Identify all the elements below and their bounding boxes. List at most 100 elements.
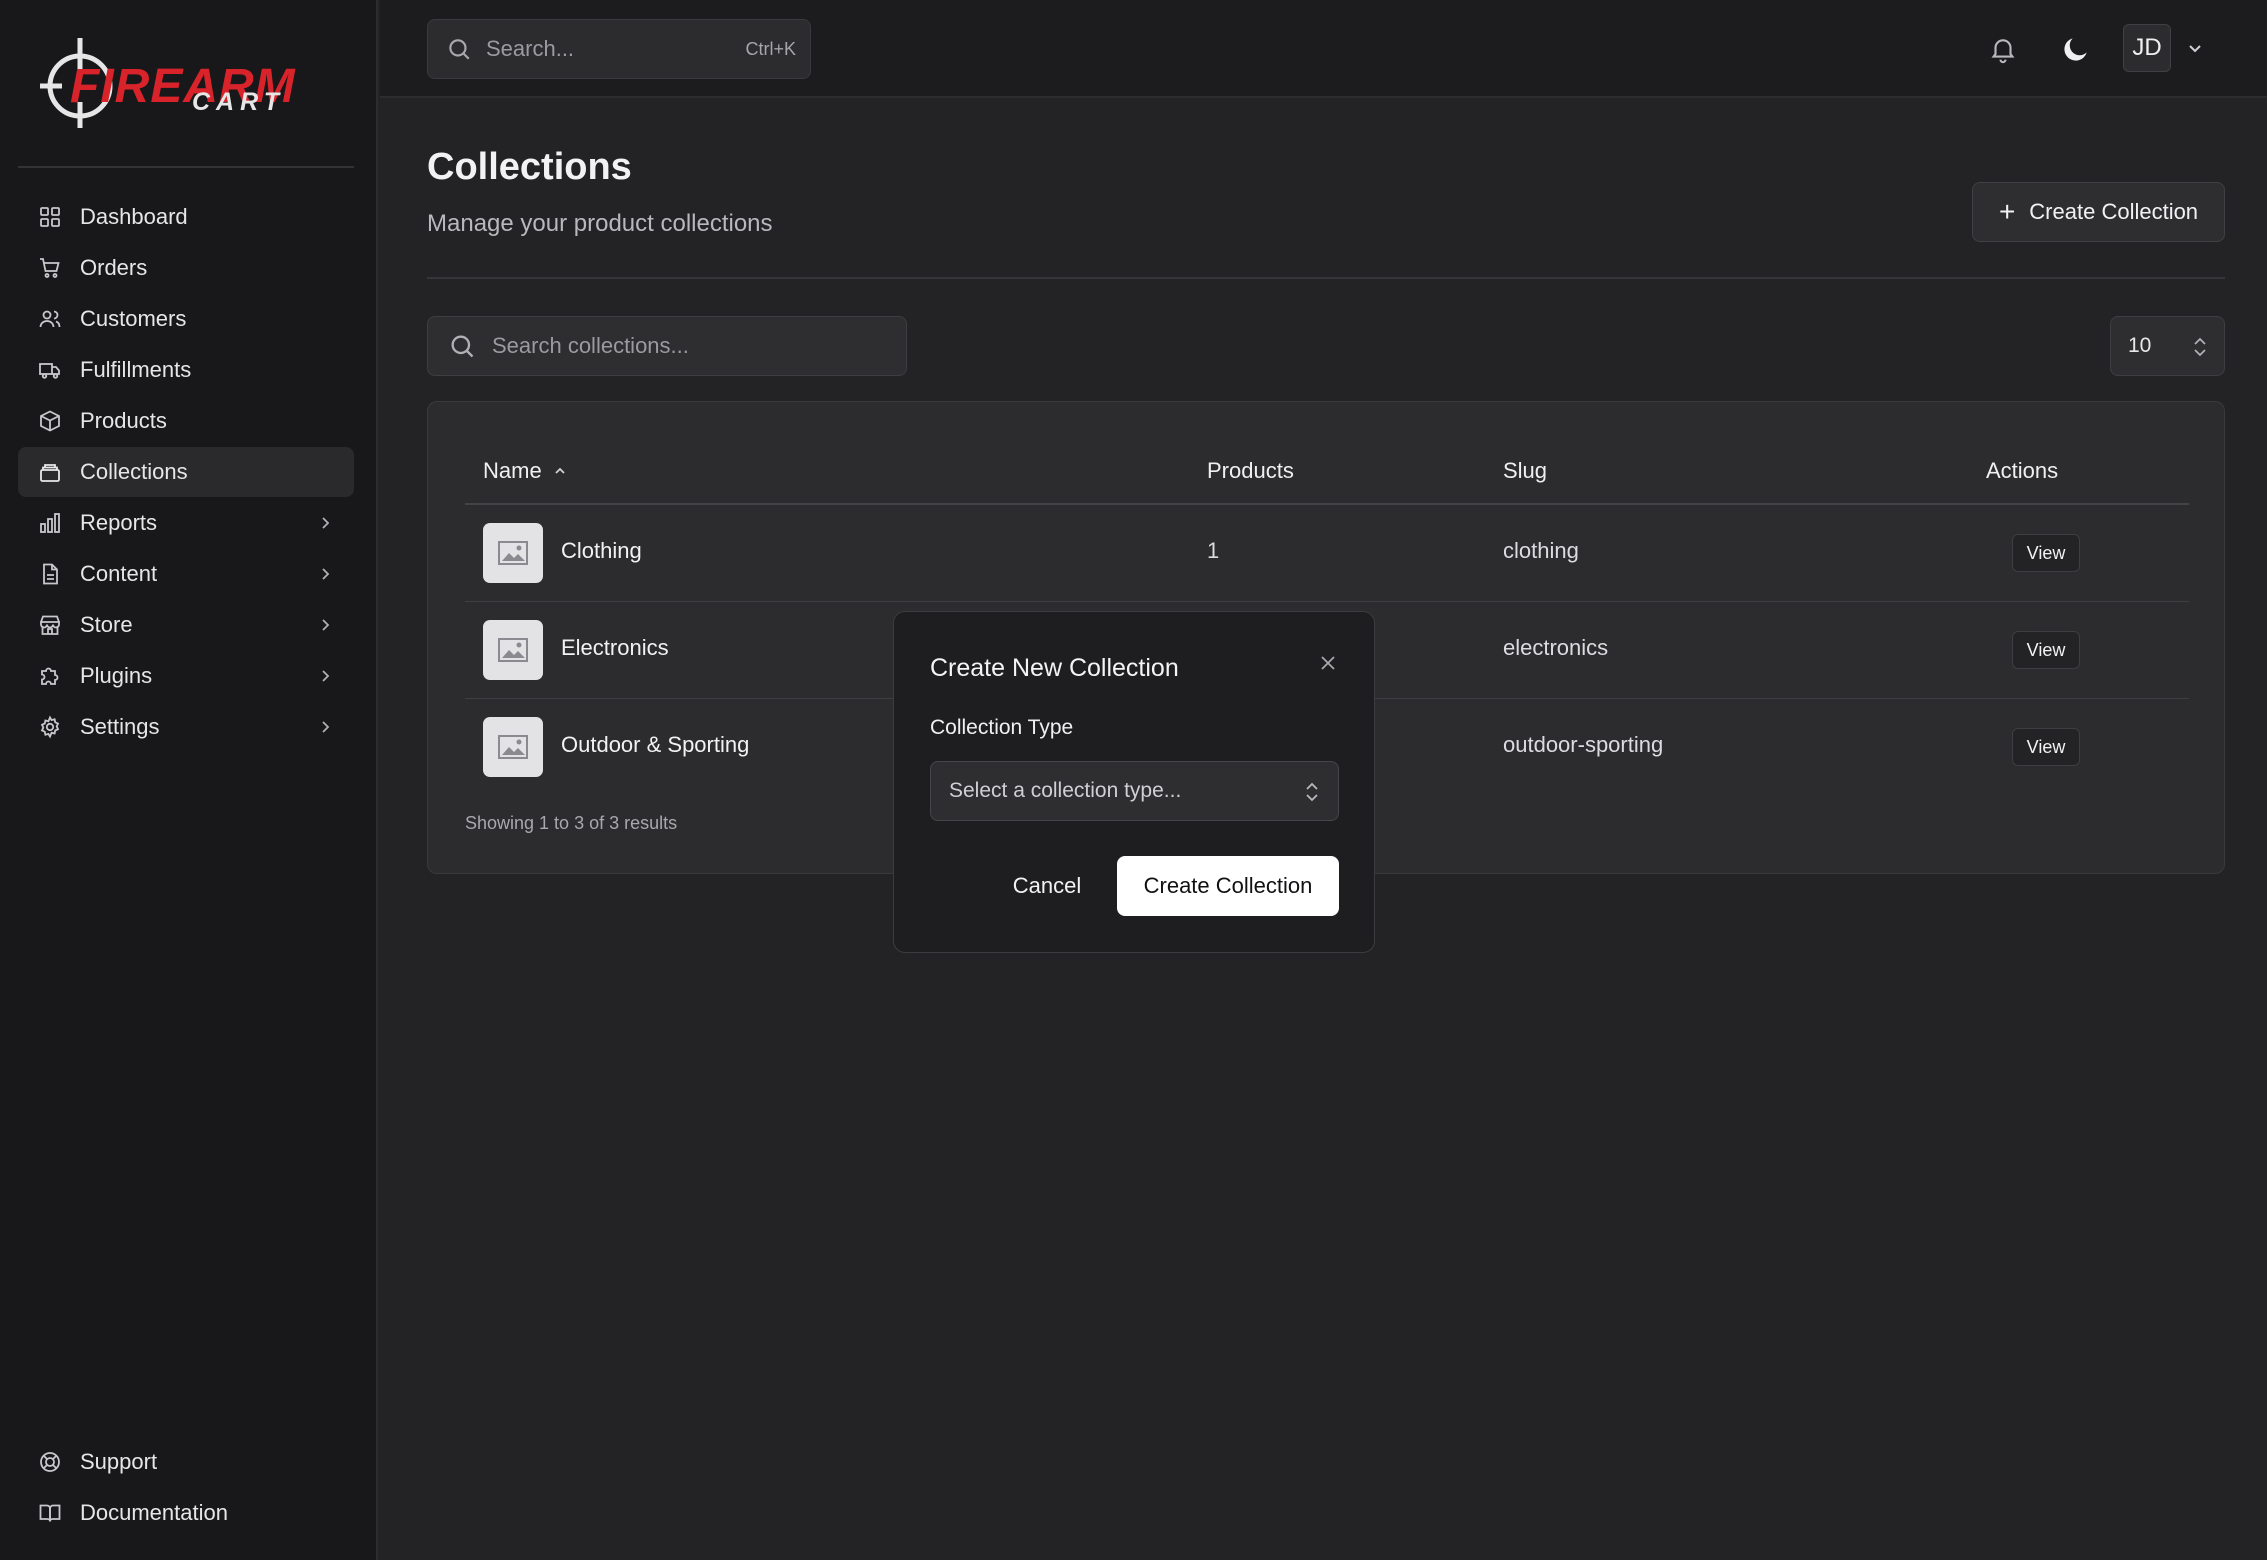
header-divider [427, 277, 2225, 279]
sidebar-item-dashboard[interactable]: Dashboard [18, 192, 354, 242]
book-icon [39, 1504, 61, 1522]
image-placeholder-icon [483, 717, 543, 777]
column-header-name-label: Name [483, 458, 542, 483]
collection-type-label: Collection Type [930, 716, 1074, 739]
per-page-value: 10 [2128, 334, 2152, 357]
view-button[interactable]: View [2012, 534, 2080, 572]
sort-ascending-icon [555, 467, 565, 474]
chevron-up-down-icon [2194, 337, 2206, 357]
cancel-button[interactable]: Cancel [998, 856, 1096, 916]
box-icon [40, 410, 60, 432]
collection-icon [40, 464, 60, 482]
chevron-up-down-icon [1306, 782, 1318, 802]
collection-type-select[interactable]: Select a collection type... [930, 761, 1339, 821]
sidebar-item-content[interactable]: Content [18, 549, 354, 599]
gear-icon [40, 715, 60, 739]
sidebar-item-store[interactable]: Store [18, 600, 354, 650]
page-subtitle: Manage your product collections [427, 210, 773, 237]
file-icon [43, 563, 58, 585]
bar-chart-icon [40, 513, 60, 533]
sidebar-item-label: Settings [80, 714, 160, 739]
table-row[interactable]: Clothing 1 clothing View [465, 505, 2189, 602]
sidebar-item-customers[interactable]: Customers [18, 294, 354, 344]
plus-icon: + [1998, 196, 2016, 227]
bell-icon[interactable] [1988, 34, 2018, 64]
cart-icon [40, 258, 60, 278]
collection-slug: outdoor-sporting [1503, 732, 1664, 757]
search-icon [451, 335, 474, 358]
collection-slug: electronics [1503, 635, 1609, 660]
chevron-right-icon [322, 568, 330, 580]
results-summary: Showing 1 to 3 of 3 results [465, 813, 678, 833]
sidebar-item-documentation[interactable]: Documentation [18, 1488, 354, 1538]
chevron-right-icon [322, 670, 330, 682]
sidebar-item-label: Plugins [80, 663, 153, 688]
collection-type-placeholder: Select a collection type... [949, 779, 1182, 802]
puzzle-icon [41, 667, 59, 685]
search-icon [449, 39, 470, 60]
per-page-select[interactable]: 10 [2110, 316, 2225, 376]
sidebar-item-label: Customers [80, 306, 187, 331]
sidebar-item-collections[interactable]: Collections [18, 447, 354, 497]
svg-text:CART: CART [192, 88, 285, 116]
users-icon [39, 310, 61, 328]
column-header-name[interactable]: Name [483, 458, 568, 484]
page-title: Collections [427, 146, 632, 188]
chevron-down-icon[interactable] [2186, 39, 2204, 57]
search-shortcut-hint: Ctrl+K [745, 38, 796, 59]
sidebar-item-plugins[interactable]: Plugins [18, 651, 354, 701]
collection-search-placeholder: Search collections... [492, 333, 689, 358]
global-search-input[interactable]: Search... Ctrl+K [427, 19, 811, 79]
dialog-title: Create New Collection [930, 654, 1179, 682]
collection-search-input[interactable]: Search collections... [427, 316, 907, 376]
store-icon [40, 615, 60, 635]
collection-products-count: 1 [1207, 538, 1220, 563]
sidebar-divider [18, 166, 354, 168]
lifebuoy-icon [40, 1452, 60, 1472]
global-search-placeholder: Search... [486, 36, 575, 61]
view-button[interactable]: View [2012, 728, 2080, 766]
sidebar-item-fulfillments[interactable]: Fulfillments [18, 345, 354, 395]
sidebar-item-label: Store [80, 612, 133, 637]
sidebar-item-label: Collections [80, 459, 188, 484]
firearm-cart-logo[interactable]: FIREARM CART [40, 36, 330, 130]
sidebar-item-label: Support [80, 1449, 158, 1474]
sidebar-item-label: Dashboard [80, 204, 188, 229]
chevron-right-icon [322, 619, 330, 631]
sidebar-nav: Dashboard Orders Customers Fulfillments … [18, 192, 354, 753]
chevron-right-icon [322, 721, 330, 733]
moon-icon[interactable] [2060, 33, 2092, 65]
collection-name: Clothing [561, 538, 642, 563]
sidebar-item-support[interactable]: Support [18, 1437, 354, 1487]
close-icon[interactable] [1317, 652, 1339, 674]
sidebar-item-label: Orders [80, 255, 148, 280]
chevron-right-icon [322, 517, 330, 529]
sidebar-item-reports[interactable]: Reports [18, 498, 354, 548]
sidebar-item-label: Content [80, 561, 158, 586]
create-collection-button[interactable]: + Create Collection [1972, 182, 2225, 242]
sidebar-item-label: Products [80, 408, 167, 433]
create-collection-dialog: Create New Collection Collection Type Se… [893, 611, 1375, 953]
submit-create-collection-button[interactable]: Create Collection [1117, 856, 1339, 916]
sidebar-item-orders[interactable]: Orders [18, 243, 354, 293]
column-header-products: Products [1207, 458, 1294, 483]
create-collection-label: Create Collection [2029, 199, 2199, 224]
collection-name: Outdoor & Sporting [561, 732, 750, 757]
user-avatar[interactable]: JD [2123, 24, 2171, 72]
image-placeholder-icon [483, 620, 543, 680]
collection-name: Electronics [561, 635, 669, 660]
column-header-actions: Actions [1986, 458, 2059, 483]
top-bar: Search... Ctrl+K JD [380, 0, 2267, 98]
sidebar-item-label: Fulfillments [80, 357, 192, 382]
column-header-slug: Slug [1503, 458, 1548, 483]
view-button[interactable]: View [2012, 631, 2080, 669]
sidebar-item-label: Reports [80, 510, 158, 535]
sidebar-item-settings[interactable]: Settings [18, 702, 354, 752]
image-placeholder-icon [483, 523, 543, 583]
sidebar-item-products[interactable]: Products [18, 396, 354, 446]
sidebar-item-label: Documentation [80, 1500, 228, 1525]
sidebar: FIREARM CART Dashboard Orders Customers … [0, 0, 378, 1560]
truck-icon [39, 363, 60, 379]
collection-slug: clothing [1503, 538, 1579, 563]
grid-icon [40, 207, 60, 227]
